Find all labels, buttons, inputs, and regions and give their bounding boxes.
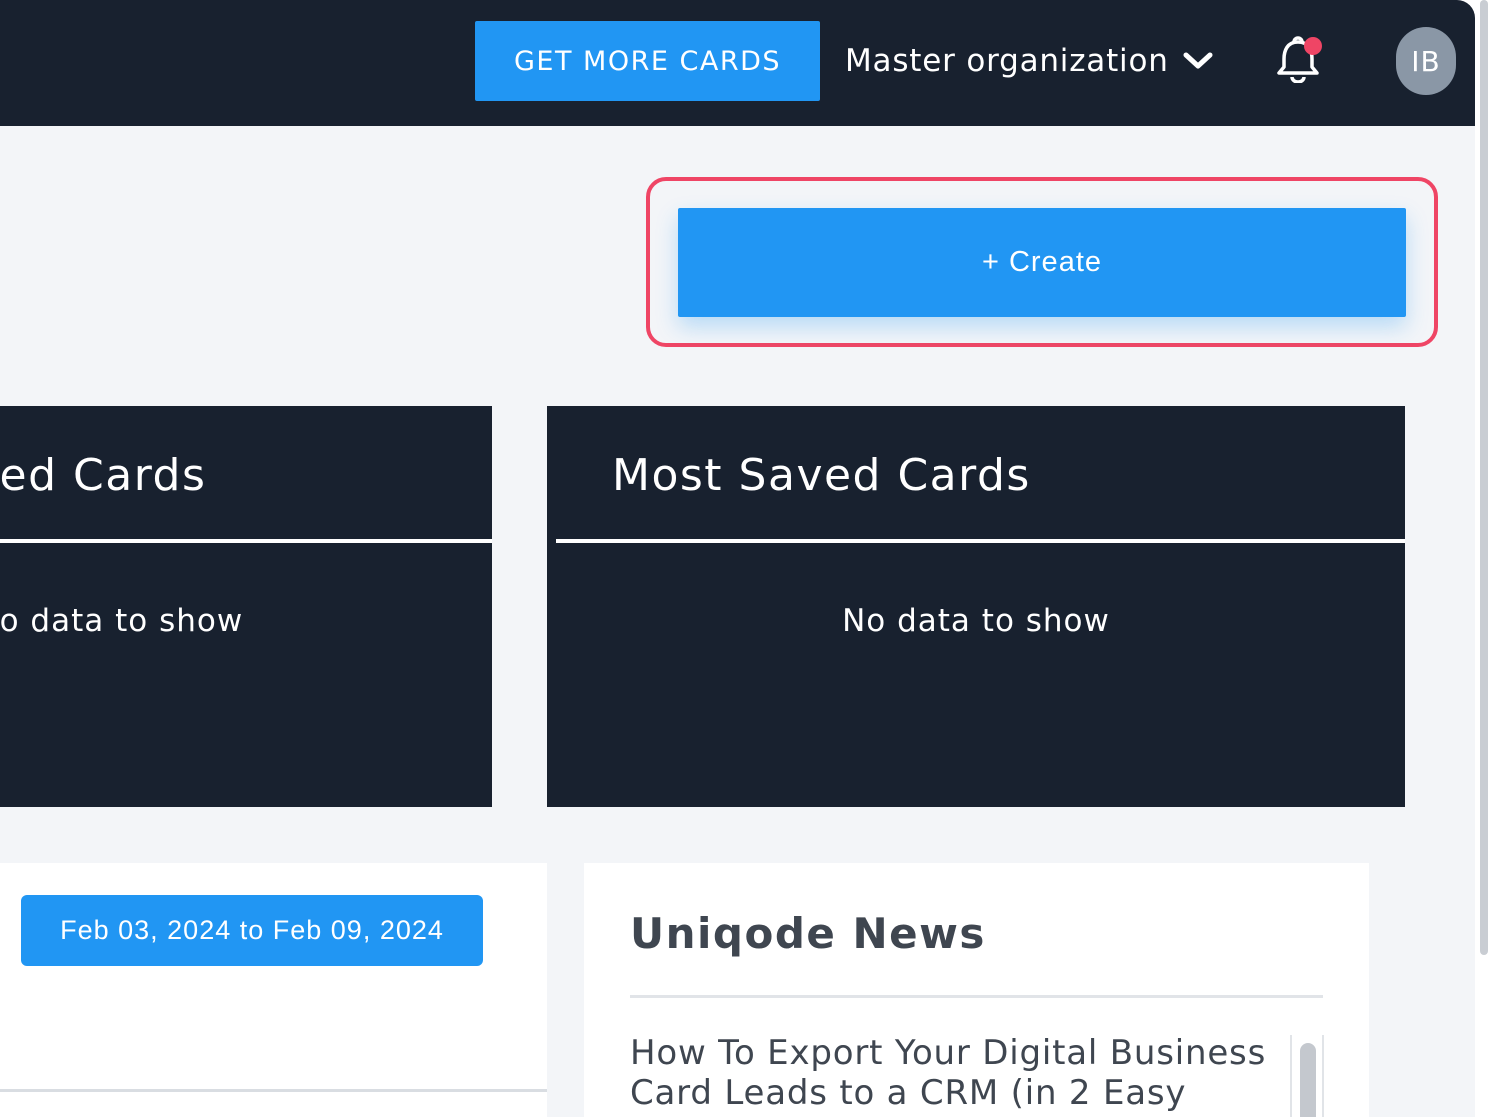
notification-bell-icon[interactable]: [1274, 33, 1322, 83]
notification-dot: [1304, 37, 1322, 55]
card-divider: [556, 539, 1405, 543]
news-panel: Uniqode News How To Export Your Digital …: [584, 863, 1369, 1117]
empty-state-text: lo data to show: [0, 603, 244, 639]
news-title: Uniqode News: [630, 909, 986, 958]
card-panel-title: ved Cards: [0, 450, 207, 501]
organization-name: Master organization: [845, 43, 1169, 79]
card-divider: [0, 539, 492, 543]
page-scrollbar[interactable]: [1478, 0, 1488, 1117]
empty-state-text: No data to show: [842, 603, 1110, 639]
most-saved-cards-panel: Most Saved Cards No data to show: [547, 406, 1405, 807]
panel-divider: [0, 1089, 547, 1092]
news-divider: [630, 995, 1323, 998]
chevron-down-icon: [1183, 52, 1213, 69]
analytics-panel: Feb 03, 2024 to Feb 09, 2024: [0, 863, 547, 1117]
news-scrollbar-thumb[interactable]: [1300, 1043, 1316, 1117]
top-navigation-bar: GET MORE CARDS Master organization IB: [0, 0, 1475, 126]
date-range-picker[interactable]: Feb 03, 2024 to Feb 09, 2024: [21, 895, 483, 966]
viewed-cards-panel: ved Cards lo data to show: [0, 406, 492, 807]
page-scrollbar-thumb[interactable]: [1480, 0, 1488, 955]
get-more-cards-button[interactable]: GET MORE CARDS: [475, 21, 820, 101]
app-window: GET MORE CARDS Master organization IB + …: [0, 0, 1475, 1117]
card-panel-title: Most Saved Cards: [612, 450, 1031, 501]
create-button[interactable]: + Create: [678, 208, 1406, 317]
news-scrollbar[interactable]: [1290, 1035, 1324, 1117]
user-avatar[interactable]: IB: [1396, 27, 1456, 95]
organization-selector[interactable]: Master organization: [845, 30, 1213, 92]
news-article-link[interactable]: How To Export Your Digital Business Card…: [630, 1033, 1290, 1113]
